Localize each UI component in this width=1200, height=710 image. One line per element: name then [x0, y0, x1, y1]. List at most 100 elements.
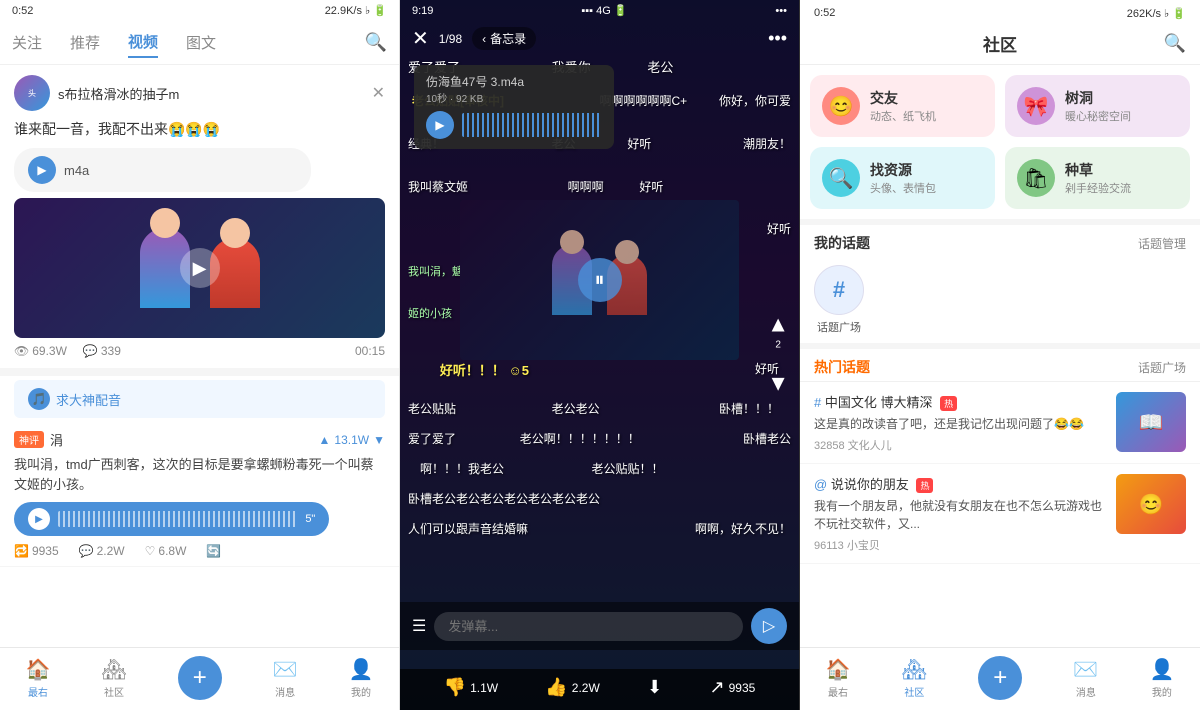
send-button[interactable]: ▷	[751, 608, 787, 644]
shudong-icon: 🎀	[1017, 87, 1055, 125]
share-icon: ↗	[710, 677, 725, 698]
comment-header: 神评 涓 ▲ 13.1W ▼	[14, 430, 385, 449]
danmaku-item: 老公贴贴！！	[592, 460, 664, 477]
post-video-thumbnail[interactable]: ▶	[14, 198, 385, 338]
comment-audio-play-btn[interactable]: ▶	[28, 508, 50, 530]
danmaku-item: 卧槽老公	[743, 430, 791, 447]
community-header: 0:52 262K/s ♭ 🔋 社区 🔍	[800, 0, 1200, 65]
pause-icon[interactable]: ⏸	[578, 258, 622, 302]
audio-popup-waveform	[462, 113, 602, 137]
audio-play-button[interactable]: ▶	[28, 156, 56, 184]
card-shudong[interactable]: 🎀 树洞 暖心秘密空间	[1005, 75, 1190, 137]
hot-item-1-thumb: 📖	[1116, 392, 1186, 452]
close-icon[interactable]: ✕	[372, 83, 385, 103]
tab-graphic[interactable]: 图文	[186, 28, 216, 57]
audio-duration: 5"	[305, 513, 315, 525]
post-text: 谁来配一音，我配不出来😭😭😭	[14, 119, 385, 140]
hot-badge-1: 热	[940, 396, 957, 411]
post-username[interactable]: s布拉格滑冰的抽子m	[58, 84, 364, 103]
up-icon: ▲	[319, 433, 331, 447]
topic-item-guangchang[interactable]: # 话题广场	[814, 265, 864, 335]
video-share-stat[interactable]: ↗ 9935	[710, 677, 756, 698]
comment-action[interactable]: 💬 2.2W	[79, 544, 125, 558]
zhaoziyuan-sub: 头像、表情包	[870, 180, 936, 196]
my-topics-title: 我的话题	[814, 233, 870, 253]
nav-zuiyou[interactable]: 🏠 最右	[25, 657, 50, 699]
video-time: 9:19	[412, 5, 433, 17]
community-status-bar: 0:52 262K/s ♭ 🔋	[814, 4, 1186, 23]
status-bar-p1: 0:52 22.9K/s ♭ 🔋	[0, 0, 399, 21]
video-back-button[interactable]: ‹ 备忘录	[472, 27, 536, 50]
heart-icon: ♡	[145, 544, 156, 558]
views-stat: 👁 69.3W	[14, 344, 67, 358]
card-zhaoziyuan[interactable]: 🔍 找资源 头像、表情包	[810, 147, 995, 209]
repost-action[interactable]: 🔁 9935	[14, 544, 59, 558]
community-signal: 262K/s ♭ 🔋	[1127, 7, 1186, 20]
hot-item-1[interactable]: # 中国文化 博大精深 热 这是真的改读音了吧，还是我记忆出现问题了😂😂 328…	[800, 382, 1200, 464]
topic-icon: 🎵	[28, 388, 50, 410]
refresh-icon[interactable]: 🔄	[206, 544, 221, 558]
card-jiaoyou[interactable]: 😊 交友 动态、纸飞机	[810, 75, 995, 137]
danmaku-item: 爱了爱了	[408, 430, 456, 447]
audio-popup-title: 伤海鱼47号 3.m4a10秒 · 92 KB	[426, 73, 602, 105]
tab-follow[interactable]: 关注	[12, 28, 42, 57]
hot-item-1-desc: 这是真的改读音了吧，还是我记忆出现问题了😂😂	[814, 415, 1106, 433]
like-action[interactable]: ♡ 6.8W	[145, 544, 187, 558]
comment-text: 我叫涓，tmd广西刺客，这次的目标是要拿螺蛳粉毒死一个叫蔡文姬的小孩。	[14, 455, 385, 494]
danmaku-item: 老公贴贴	[408, 400, 456, 417]
card-zhongcao[interactable]: 🛍 种草 剁手经验交流	[1005, 147, 1190, 209]
hot-item-2-tag: @ 说说你的朋友 热	[814, 474, 1106, 493]
like-up-action[interactable]: ▲ 2	[767, 312, 789, 351]
comment-audio-player[interactable]: ▶ 5"	[14, 502, 329, 536]
video-more-icon[interactable]: •••	[768, 28, 787, 49]
community-add-button[interactable]: +	[978, 656, 1022, 700]
nav-message[interactable]: ✉️ 消息	[273, 657, 298, 699]
video-favorite-stat[interactable]: ⬇	[647, 677, 662, 698]
hot-item-2[interactable]: @ 说说你的朋友 热 我有一个朋友昂，他就没有女朋友在也不怎么玩游戏也不玩社交软…	[800, 464, 1200, 564]
topic-banner[interactable]: 🎵 求大神配音	[14, 380, 385, 418]
like-down-action[interactable]: ▼	[767, 371, 789, 399]
community-nav-community[interactable]: 🏘 社区	[902, 657, 927, 699]
zhaoziyuan-title: 找资源	[870, 160, 936, 180]
audio-popup-play[interactable]: ▶	[426, 111, 454, 139]
danmaku-input[interactable]	[434, 612, 743, 641]
danmaku-item: 啊啊，好久不见！	[695, 520, 791, 537]
nav-community[interactable]: 🏘 社区	[101, 657, 126, 699]
community-grid: 😊 交友 动态、纸飞机 🎀 树洞 暖心秘密空间 🔍 找资源 头像、表情包 🛍 种…	[800, 65, 1200, 219]
message-icon-c: ✉️	[1073, 657, 1098, 682]
danmaku-item: 卧槽老公老公老公老公老公老公老公	[408, 490, 600, 507]
video-overlay: ▶	[14, 198, 385, 338]
avatar-p1[interactable]: 头	[14, 75, 50, 111]
hot-item-1-tag: # 中国文化 博大精深 热	[814, 392, 1106, 411]
video-player[interactable]: ⏸	[460, 200, 739, 360]
search-icon-p1[interactable]: 🔍	[365, 32, 387, 53]
commenter-username[interactable]: 涓	[50, 430, 63, 449]
video-close-icon[interactable]: ✕	[412, 26, 429, 51]
profile-icon-c: 👤	[1149, 657, 1174, 682]
hot-topics-link[interactable]: 话题广场	[1138, 359, 1186, 376]
video-dislike-stat[interactable]: 👎 1.1W	[444, 677, 498, 698]
tab-recommend[interactable]: 推荐	[70, 28, 100, 57]
add-button[interactable]: +	[178, 656, 222, 700]
tab-video[interactable]: 视频	[128, 27, 158, 58]
post-audio-player[interactable]: ▶ m4a	[14, 148, 311, 192]
community-nav-zuiyou[interactable]: 🏠 最右	[826, 657, 851, 699]
post-card: 头 s布拉格滑冰的抽子m ✕ 谁来配一音，我配不出来😭😭😭 ▶ m4a	[0, 65, 399, 376]
thumbs-up-icon: ▲	[767, 312, 789, 338]
nav-profile[interactable]: 👤 我的	[349, 657, 374, 699]
play-icon[interactable]: ▶	[180, 248, 220, 288]
panel-video: 9:19 ▪▪▪ 4G 🔋 ••• ✕ 1/98 ‹ 备忘录 ••• 伤海鱼47…	[400, 0, 800, 710]
menu-icon[interactable]: ☰	[412, 616, 426, 636]
topic-manage-link[interactable]: 话题管理	[1138, 235, 1186, 252]
home-icon: 🏠	[25, 657, 50, 682]
community-nav-message[interactable]: ✉️ 消息	[1073, 657, 1098, 699]
search-icon-community[interactable]: 🔍	[1164, 33, 1186, 54]
hot-topics-title: 热门话题	[814, 357, 870, 377]
time-p1: 0:52	[12, 5, 33, 17]
video-progress: 1/98	[439, 32, 462, 46]
community-nav-profile[interactable]: 👤 我的	[1149, 657, 1174, 699]
video-side-actions: ▲ 2 ▼	[767, 312, 789, 399]
shudong-text: 树洞 暖心秘密空间	[1065, 88, 1131, 124]
danmaku-item: 老公啊！！！！！！！	[520, 430, 640, 447]
video-like-stat[interactable]: 👍 2.2W	[545, 677, 599, 698]
